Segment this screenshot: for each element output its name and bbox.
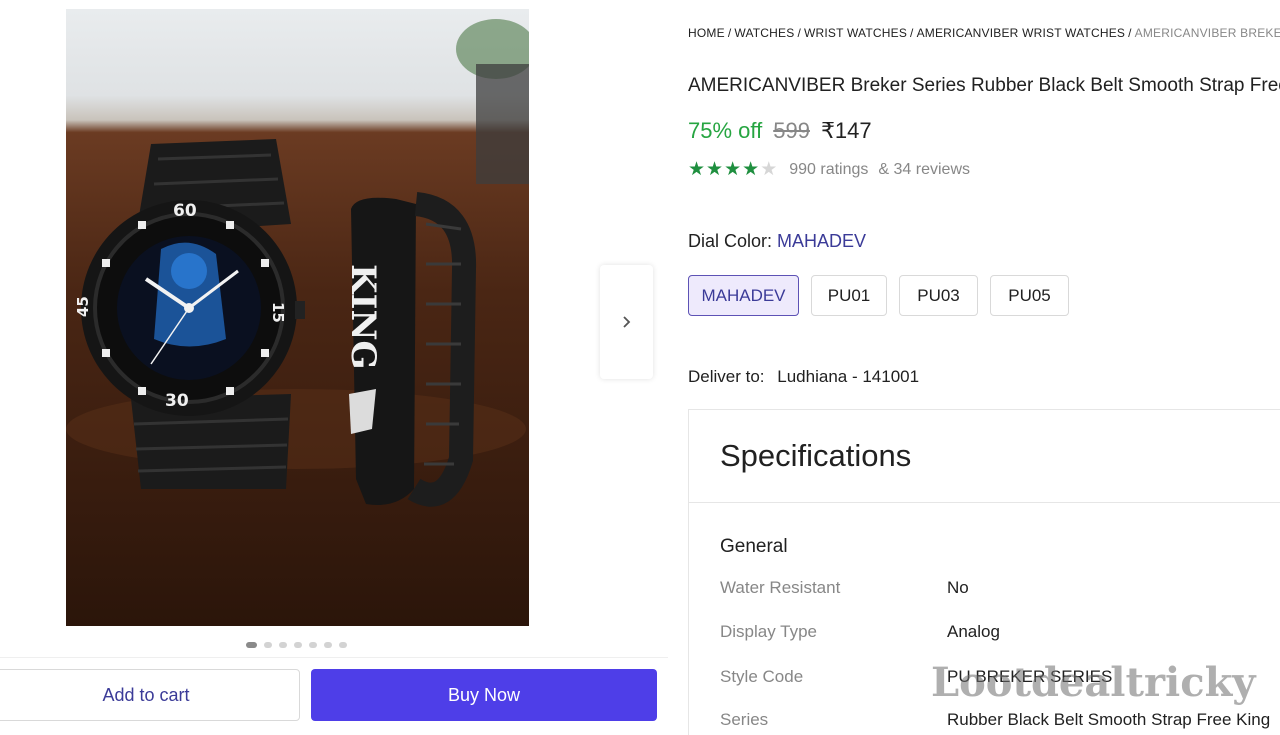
star-icon: ★ <box>742 159 760 180</box>
original-price: 599 <box>773 118 810 143</box>
dial-color-value: MAHADEV <box>777 231 867 251</box>
dial-color-options: MAHADEV PU01 PU03 PU05 <box>688 275 1069 316</box>
add-to-cart-button[interactable]: Add to cart <box>0 669 300 721</box>
spec-row: Water Resistant No <box>720 578 969 598</box>
dial-number-45: 45 <box>74 296 92 317</box>
watch-photo: 60 15 30 45 KING <box>66 19 529 507</box>
discount-percent: 75% off <box>688 118 763 143</box>
spec-value: Rubber Black Belt Smooth Strap Free King <box>947 710 1271 729</box>
deliver-to-value: Ludhiana - 141001 <box>777 367 920 386</box>
watermark: Lootdealtricky <box>931 659 1256 706</box>
image-carousel-dots <box>246 642 347 648</box>
star-icon: ★ <box>706 159 724 180</box>
delivery-location[interactable]: Deliver to: Ludhiana - 141001 <box>688 367 919 387</box>
dial-number-30: 30 <box>165 391 189 411</box>
spec-key: Display Type <box>720 622 818 641</box>
selling-price: ₹147 <box>820 118 872 143</box>
variant-pu03[interactable]: PU03 <box>899 275 978 316</box>
spec-key: Style Code <box>720 667 804 686</box>
star-rating: ★ ★ ★ ★ ★ <box>688 160 777 180</box>
spec-row: Series Rubber Black Belt Smooth Strap Fre… <box>720 710 1270 730</box>
spec-key: Series <box>720 710 769 729</box>
dial-number-60: 60 <box>173 201 197 221</box>
cta-bar: Add to cart Buy Now <box>0 657 668 735</box>
spec-key: Water Resistant <box>720 578 841 597</box>
breadcrumb-current: AMERICANVIBER BREKER SERIES <box>1134 26 1280 40</box>
product-image[interactable]: 60 15 30 45 KING <box>66 9 529 626</box>
carousel-dot[interactable] <box>246 642 257 648</box>
dial-color-heading: Dial Color: MAHADEV <box>688 231 866 252</box>
dial-color-label: Dial Color: <box>688 231 773 251</box>
spec-row: Display Type Analog <box>720 622 1000 642</box>
breadcrumb-brand[interactable]: AMERICANVIBER WRIST WATCHES <box>917 26 1126 40</box>
buy-now-button[interactable]: Buy Now <box>311 669 657 721</box>
spec-group-title: General <box>720 536 788 557</box>
carousel-dot[interactable] <box>339 642 347 648</box>
next-image-button[interactable] <box>600 265 653 379</box>
dial-number-15: 15 <box>269 302 287 323</box>
spec-value: Analog <box>947 622 1000 641</box>
price-row: 75% off 599 ₹147 <box>688 118 872 144</box>
variant-pu05[interactable]: PU05 <box>990 275 1069 316</box>
bracelet-text: KING <box>343 264 383 370</box>
carousel-dot[interactable] <box>309 642 317 648</box>
ratings-count: 990 ratings <box>789 161 869 178</box>
breadcrumb: HOME / WATCHES / WRIST WATCHES / AMERICANVIBER… <box>688 26 1280 40</box>
breadcrumb-watches[interactable]: WATCHES <box>734 26 794 40</box>
star-icon: ★ <box>760 159 778 180</box>
carousel-dot[interactable] <box>324 642 332 648</box>
reviews-count: & 34 reviews <box>878 161 970 178</box>
breadcrumb-wrist-watches[interactable]: WRIST WATCHES <box>804 26 907 40</box>
specifications-heading: Specifications <box>689 410 1280 503</box>
carousel-dot[interactable] <box>279 642 287 648</box>
spec-value: No <box>947 578 969 597</box>
product-title: AMERICANVIBER Breker Series Rubber Black… <box>688 75 1280 96</box>
star-icon: ★ <box>724 159 742 180</box>
variant-pu01[interactable]: PU01 <box>811 275 887 316</box>
deliver-to-label: Deliver to: <box>688 367 765 386</box>
carousel-dot[interactable] <box>294 642 302 648</box>
star-icon: ★ <box>688 159 706 180</box>
chevron-right-icon <box>622 316 630 328</box>
breadcrumb-home[interactable]: HOME <box>688 26 725 40</box>
rating-row[interactable]: ★ ★ ★ ★ ★ 990 ratings & 34 reviews <box>688 160 970 180</box>
variant-mahadev[interactable]: MAHADEV <box>688 275 799 316</box>
carousel-dot[interactable] <box>264 642 272 648</box>
